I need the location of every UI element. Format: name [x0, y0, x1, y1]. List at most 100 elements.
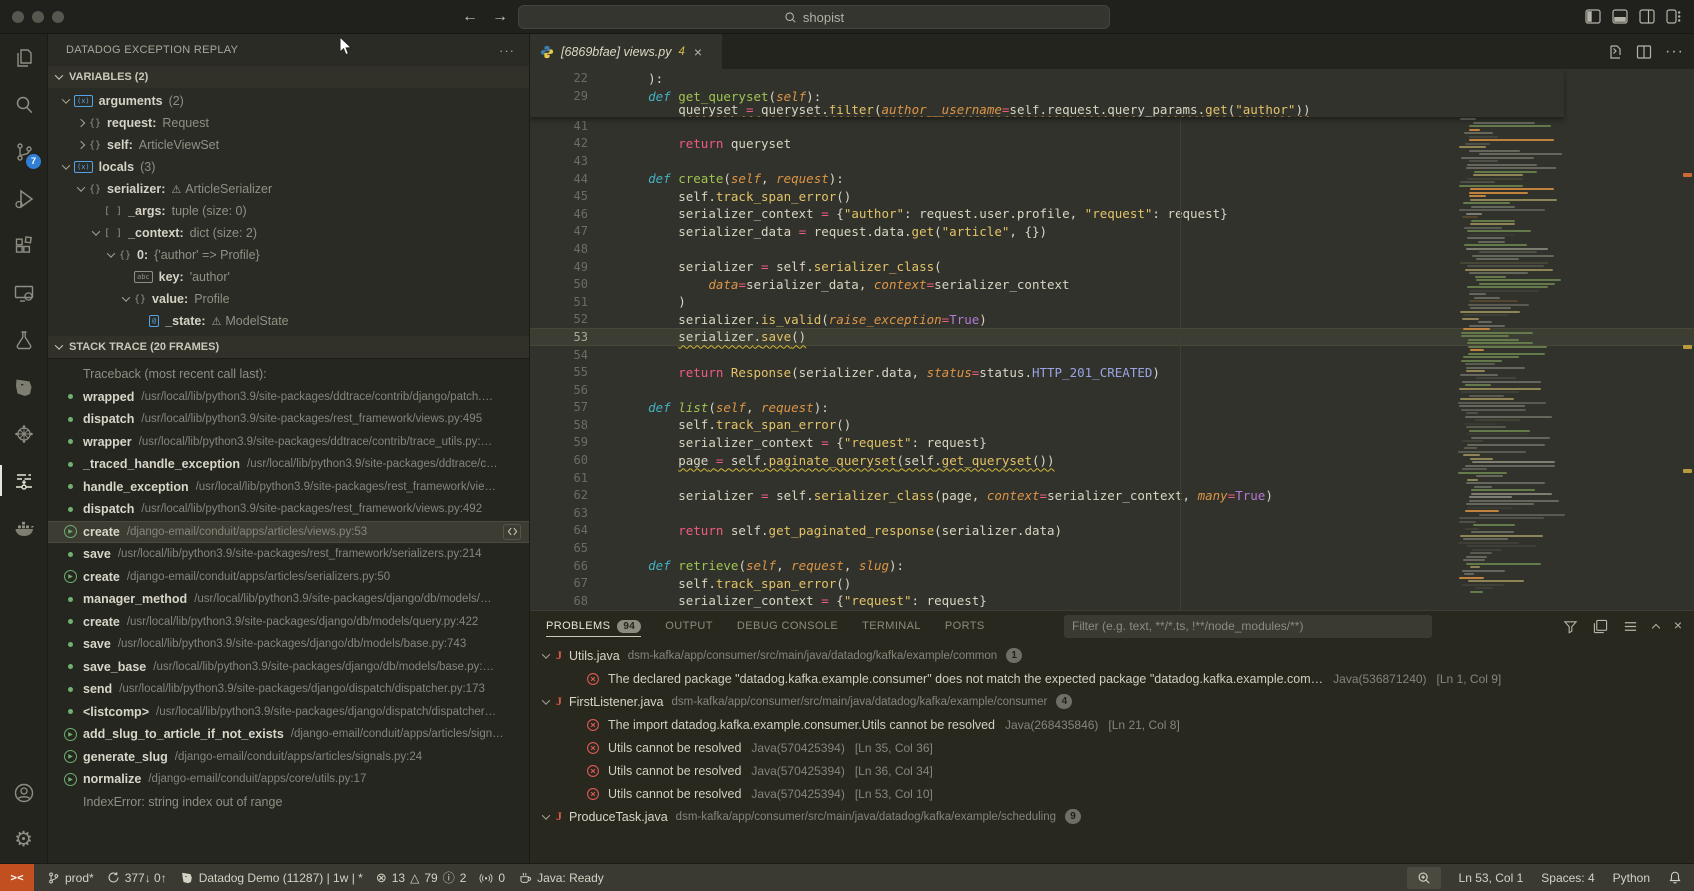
stack-frame[interactable]: save/usr/local/lib/python3.9/site-packag… [48, 543, 529, 566]
stack-frame[interactable]: create/django-email/conduit/apps/article… [48, 521, 529, 544]
stack-frame[interactable]: <listcomp>/usr/local/lib/python3.9/site-… [48, 701, 529, 724]
toggle-secondary-sidebar-icon[interactable] [1639, 9, 1655, 24]
sticky-scroll[interactable]: 22 ):29 def get_queryset(self): queryset… [530, 69, 1564, 117]
stack-frame[interactable]: send/usr/local/lib/python3.9/site-packag… [48, 678, 529, 701]
panel-tab-debug-console[interactable]: DEBUG CONSOLE [737, 611, 838, 641]
datadog-status-item[interactable]: Datadog Demo (11287) | 1w | * [180, 871, 363, 885]
remote-explorer-icon[interactable] [0, 269, 47, 316]
stack-frame[interactable]: dispatch/usr/local/lib/python3.9/site-pa… [48, 408, 529, 431]
filter-icon[interactable] [1563, 619, 1578, 634]
variable-row[interactable]: [ ]_context:dict (size: 2) [48, 222, 529, 244]
stack-frame[interactable]: create/django-email/conduit/apps/article… [48, 566, 529, 589]
problem-file-row[interactable]: JFirstListener.javadsm-kafka/app/consume… [530, 690, 1694, 713]
code-editor[interactable]: 4142 return queryset4344 def create(self… [530, 69, 1694, 610]
open-changes-icon[interactable] [1607, 44, 1623, 60]
problem-file-row[interactable]: JProduceTask.javadsm-kafka/app/consumer/… [530, 805, 1694, 828]
close-window-button[interactable] [12, 11, 24, 23]
variable-row[interactable]: (x)arguments(2) [48, 90, 529, 112]
panel-tab-ports[interactable]: PORTS [945, 611, 985, 641]
code-line[interactable]: 29 def get_queryset(self): [530, 87, 1564, 105]
panel-tab-output[interactable]: OUTPUT [665, 611, 713, 641]
language-mode[interactable]: Python [1613, 871, 1650, 885]
stack-frame[interactable]: add_slug_to_article_if_not_exists/django… [48, 723, 529, 746]
problems-filter-input[interactable] [1072, 619, 1424, 633]
problem-error-row[interactable]: Utils cannot be resolvedJava(570425394)[… [530, 759, 1694, 782]
variable-row[interactable]: @_state:ModelState [48, 310, 529, 332]
stack-frame[interactable]: manager_method/usr/local/lib/python3.9/s… [48, 588, 529, 611]
problem-error-row[interactable]: Utils cannot be resolvedJava(570425394)[… [530, 736, 1694, 759]
variable-row[interactable]: {}self:ArticleViewSet [48, 134, 529, 156]
datadog-icon[interactable] [0, 363, 47, 410]
variable-row[interactable]: abckey:'author' [48, 266, 529, 288]
code-line[interactable]: queryset = queryset.filter(author__usern… [530, 105, 1564, 117]
navigate-forward-icon[interactable] [492, 8, 508, 26]
navigate-back-icon[interactable] [462, 8, 478, 26]
cursor-position[interactable]: Ln 53, Col 1 [1459, 871, 1524, 885]
git-sync-item[interactable]: 377↓ 0↑ [107, 871, 167, 885]
close-tab-icon[interactable] [694, 44, 702, 60]
customize-layout-icon[interactable] [1666, 9, 1682, 24]
stack-trace-section-header[interactable]: STACK TRACE (20 FRAMES) [48, 336, 529, 358]
toggle-panel-icon[interactable] [1612, 9, 1628, 24]
toggle-sidebar-icon[interactable] [1585, 9, 1601, 24]
stack-frame[interactable]: wrapped/usr/local/lib/python3.9/site-pac… [48, 386, 529, 409]
stack-frame[interactable]: wrapper/usr/local/lib/python3.9/site-pac… [48, 431, 529, 454]
editor-more-actions-icon[interactable] [1665, 43, 1684, 61]
zoom-status-button[interactable] [1407, 867, 1441, 889]
minimize-window-button[interactable] [32, 11, 44, 23]
split-editor-icon[interactable] [1636, 44, 1652, 60]
variable-row[interactable]: (x)locals(3) [48, 156, 529, 178]
close-panel-icon[interactable] [1674, 617, 1682, 635]
indentation-setting[interactable]: Spaces: 4 [1541, 871, 1594, 885]
window-controls[interactable] [12, 11, 64, 23]
testing-icon[interactable] [0, 316, 47, 363]
view-as-list-icon[interactable] [1623, 619, 1638, 634]
minimap[interactable] [1456, 69, 1574, 610]
panel-tab-problems[interactable]: PROBLEMS94 [546, 611, 641, 641]
command-center-search[interactable]: shopist [518, 5, 1110, 29]
notifications-bell-icon[interactable] [1668, 870, 1682, 885]
problems-status-item[interactable]: 13 79 2 [376, 869, 467, 886]
stack-frame[interactable]: _traced_handle_exception/usr/local/lib/p… [48, 453, 529, 476]
stack-frame[interactable]: normalize/django-email/conduit/apps/core… [48, 768, 529, 791]
tab-views-py[interactable]: [6869bfae] views.py 4 [530, 34, 722, 69]
stack-frame[interactable]: generate_slug/django-email/conduit/apps/… [48, 746, 529, 769]
stack-frame[interactable]: create/usr/local/lib/python3.9/site-pack… [48, 611, 529, 634]
explorer-icon[interactable] [0, 34, 47, 81]
extensions-icon[interactable] [0, 222, 47, 269]
problem-error-row[interactable]: The import datadog.kafka.example.consume… [530, 713, 1694, 736]
variable-row[interactable]: {}serializer:ArticleSerializer [48, 178, 529, 200]
exception-replay-icon[interactable] [0, 457, 47, 504]
debug-icon[interactable] [0, 175, 47, 222]
account-icon[interactable] [0, 769, 47, 816]
variables-section-header[interactable]: VARIABLES (2) [48, 66, 529, 88]
settings-icon[interactable] [0, 816, 47, 863]
java-status-item[interactable]: Java: Ready [518, 871, 604, 885]
panel-tab-terminal[interactable]: TERMINAL [862, 611, 921, 641]
overview-ruler[interactable] [1680, 69, 1694, 610]
stack-frame[interactable]: handle_exception/usr/local/lib/python3.9… [48, 476, 529, 499]
ports-broadcast-item[interactable]: 0 [479, 871, 505, 885]
problem-file-row[interactable]: JUtils.javadsm-kafka/app/consumer/src/ma… [530, 644, 1694, 667]
problem-error-row[interactable]: Utils cannot be resolvedJava(570425394)[… [530, 782, 1694, 805]
maximize-panel-icon[interactable] [1652, 623, 1660, 631]
code-line[interactable]: 22 ): [530, 69, 1564, 87]
source-control-icon[interactable]: 7 [0, 128, 47, 175]
git-branch-item[interactable]: prod* [47, 871, 94, 885]
problems-filter[interactable] [1064, 615, 1432, 638]
remote-indicator[interactable]: >< [0, 864, 34, 891]
variable-row[interactable]: {}0:{'author' => Profile} [48, 244, 529, 266]
stack-frame[interactable]: save/usr/local/lib/python3.9/site-packag… [48, 633, 529, 656]
stack-frame[interactable]: save_base/usr/local/lib/python3.9/site-p… [48, 656, 529, 679]
problem-error-row[interactable]: The declared package "datadog.kafka.exam… [530, 667, 1694, 690]
open-file-icon[interactable] [503, 524, 521, 540]
sidebar-more-actions-icon[interactable] [499, 43, 515, 58]
zoom-window-button[interactable] [52, 11, 64, 23]
variable-row[interactable]: {}request:Request [48, 112, 529, 134]
globe-icon[interactable] [0, 410, 47, 457]
stack-frame[interactable]: dispatch/usr/local/lib/python3.9/site-pa… [48, 498, 529, 521]
search-icon[interactable] [0, 81, 47, 128]
docker-icon[interactable] [0, 504, 47, 551]
variable-row[interactable]: {}value:Profile [48, 288, 529, 310]
variable-row[interactable]: [ ]_args:tuple (size: 0) [48, 200, 529, 222]
